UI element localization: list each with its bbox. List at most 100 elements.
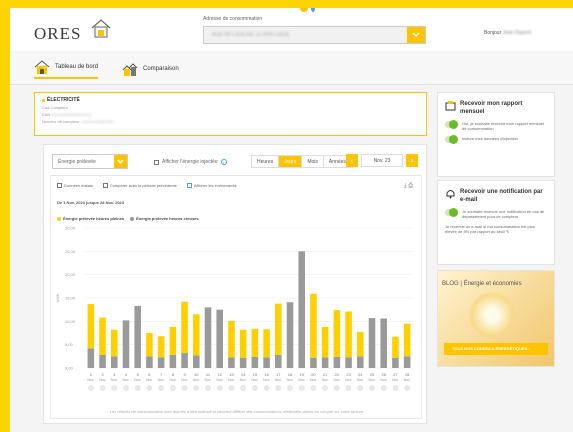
tab-dashboard[interactable]: Tableau de bord (34, 59, 99, 79)
x-tick-month: Nov. (369, 378, 376, 382)
option-missing-data[interactable]: Données malais (57, 183, 93, 188)
monthly-report-switch[interactable] (445, 120, 458, 129)
x-tick-label: 10 (194, 372, 199, 377)
option-events[interactable]: Afficher les événements (186, 183, 237, 188)
compare-checkbox[interactable] (102, 183, 108, 188)
bar-offpeak (99, 354, 106, 368)
weather-icon (158, 385, 165, 391)
electricity-title-text: ÉLECTRICITÉ (47, 97, 80, 103)
energy-type-select[interactable]: Énergie prélevée (52, 154, 128, 169)
option-compare[interactable]: Comparer avec la période précédente (102, 183, 177, 188)
bar-peak (345, 311, 352, 358)
bar-peak (99, 317, 106, 355)
weather-icon (146, 385, 153, 391)
y-tick-label: 30,00 (65, 226, 76, 231)
show-injected-toggle[interactable]: Afficher l'énergie injectée i (154, 159, 227, 165)
weather-icon (193, 385, 200, 391)
monthly-report-toggle[interactable]: Oui, je souhaite recevoir mon rapport me… (445, 120, 547, 131)
next-period-button[interactable]: › (406, 154, 418, 167)
print-icon[interactable]: ⎙ (408, 183, 413, 189)
bar-offpeak (204, 307, 212, 368)
weather-icon (357, 385, 364, 391)
bar-offpeak (263, 357, 270, 368)
header: ORES Adresse de consommation RUE DE L'EG… (10, 8, 573, 51)
bar-peak (310, 293, 317, 358)
bar-offpeak (333, 356, 341, 368)
bar-offpeak (321, 357, 329, 368)
bar-offpeak (310, 357, 317, 368)
x-tick-label: 3 (113, 372, 116, 377)
bar-offpeak (380, 318, 387, 368)
consumption-chart: kWh30,0025,0020,0015,0010,005,000,001Nov… (55, 226, 413, 391)
y-tick-label: 15,00 (65, 296, 76, 301)
app-frame: ORES Adresse de consommation RUE DE L'EG… (10, 8, 573, 432)
blog-card[interactable]: BLOG | Énergie et économies TOUS NOS CON… (437, 270, 555, 367)
edit-pencil-icon[interactable]: ✎ (506, 229, 509, 234)
decor-dots (300, 8, 315, 12)
bar-peak (321, 326, 329, 358)
injected-checkbox[interactable] (154, 159, 159, 165)
x-tick-month: Nov. (263, 378, 270, 382)
download-icon[interactable]: ⤓ (404, 183, 407, 189)
bar-offpeak (228, 357, 235, 368)
x-tick-month: Nov. (169, 378, 176, 382)
bar-offpeak (181, 353, 188, 368)
bar-peak (87, 304, 95, 349)
bar-offpeak (146, 356, 153, 368)
period-days[interactable]: Jours (279, 156, 303, 167)
y-tick-label: 20,00 (65, 272, 76, 277)
ores-logo[interactable]: ORES (34, 24, 81, 44)
tab-bar: Tableau de bord Comparaison (10, 51, 573, 85)
chevron-down-icon[interactable] (114, 155, 127, 168)
injection-data-toggle-label: Inclure mes données d'injection (462, 136, 518, 141)
bar-peak (392, 336, 399, 358)
period-months[interactable]: Mois (302, 156, 324, 167)
user-name[interactable]: Jean Dupont (503, 30, 531, 36)
events-label: Afficher les événements (193, 183, 237, 188)
x-tick-label: 9 (183, 372, 186, 377)
blog-advice-button[interactable]: TOUS NOS CONSEILS ÉNERGÉTIQUES › (444, 343, 548, 355)
blog-title: BLOG | Énergie et économies (442, 281, 522, 287)
events-checkbox[interactable] (186, 183, 192, 188)
x-tick-month: Nov. (205, 378, 212, 382)
notification-toggle[interactable]: Je souhaite recevoir une notification en… (445, 208, 547, 219)
prev-period-button[interactable]: ‹ (346, 154, 358, 167)
weather-icon (275, 385, 282, 391)
meter-number: Numéro de compteur 1SAG1234567890 (42, 119, 419, 124)
x-tick-label: 17 (276, 372, 281, 377)
bar-offpeak (392, 357, 399, 368)
bar-peak (333, 310, 341, 357)
weather-icon (287, 385, 293, 391)
tab-comparison[interactable]: Comparaison (122, 59, 179, 79)
weather-icon (228, 385, 235, 391)
x-tick-month: Nov. (298, 378, 305, 382)
address-value: RUE DE L'EGLISE 12 4000 LIEGE (212, 32, 290, 38)
missing-data-checkbox[interactable] (57, 183, 62, 188)
notification-switch[interactable] (445, 208, 458, 217)
notification-note-text: Je recevrai un e-mail si ma consommation… (445, 224, 535, 234)
meter-info-box: ÉLECTRICITÉ Cod Compteur EAN 54144900000… (34, 92, 427, 136)
x-tick-label: 6 (148, 372, 151, 377)
meter-ean: EAN 541449000000000000 (42, 112, 419, 117)
monthly-report-title-text: Recevoir mon rapport mensuel (460, 101, 523, 115)
period-hours[interactable]: Heures (252, 156, 280, 167)
x-tick-month: Nov. (158, 378, 165, 382)
injection-data-toggle[interactable]: Inclure mes données d'injection (445, 135, 547, 144)
weather-icon (123, 385, 129, 391)
info-icon[interactable]: i (220, 159, 227, 165)
bar-peak (228, 320, 235, 358)
bar-offpeak (275, 354, 282, 368)
bar-offpeak (134, 305, 141, 368)
x-tick-label: 27 (393, 372, 398, 377)
address-label: Adresse de consommation (203, 16, 263, 22)
weather-icon (392, 385, 399, 391)
address-select[interactable]: RUE DE L'EGLISE 12 4000 LIEGE (203, 26, 426, 44)
x-tick-month: Nov. (228, 378, 235, 382)
chevron-down-icon[interactable] (407, 27, 425, 43)
x-tick-label: 22 (335, 372, 340, 377)
x-tick-label: 28 (405, 372, 410, 377)
y-tick-label: 5,00 (65, 342, 74, 347)
injection-data-switch[interactable] (445, 135, 458, 144)
bar-offpeak (193, 355, 200, 368)
bar-peak (193, 314, 200, 356)
